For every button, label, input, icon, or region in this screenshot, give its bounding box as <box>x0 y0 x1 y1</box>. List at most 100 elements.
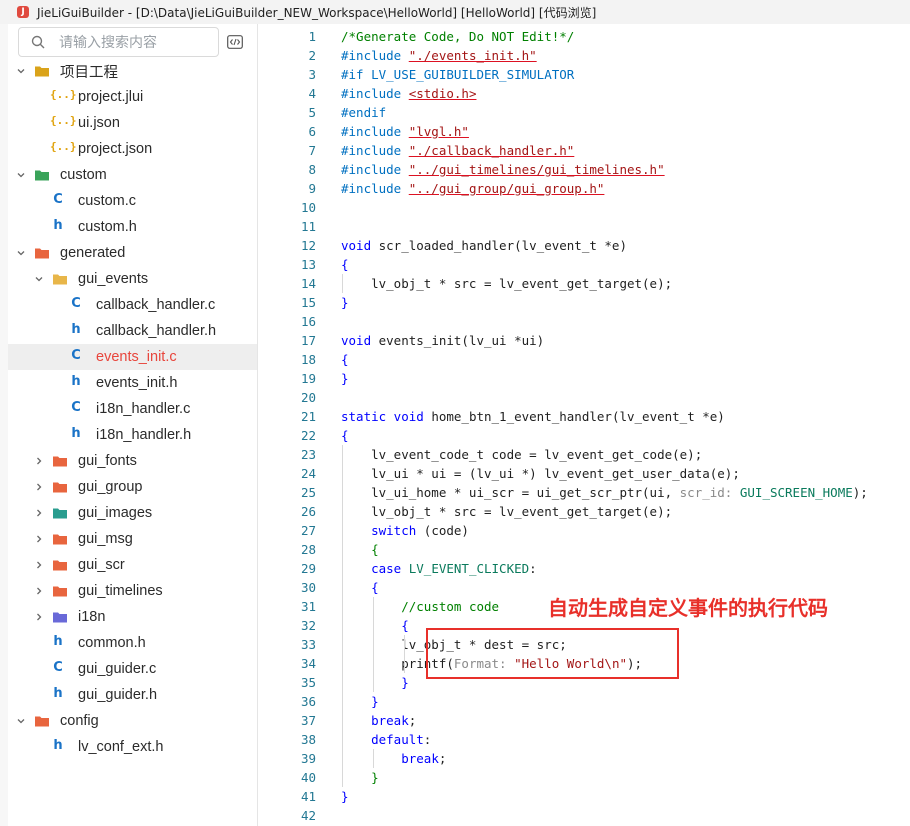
code-line: 11 <box>258 217 910 236</box>
c-header-file-icon: h <box>71 322 81 337</box>
chevron-right-icon[interactable] <box>34 508 44 518</box>
code-line: 23 lv_event_code_t code = lv_event_get_c… <box>258 445 910 464</box>
code-token: "lvgl.h" <box>408 124 469 139</box>
file-node[interactable]: h custom.h <box>8 214 257 240</box>
annotation-text: 自动生成自定义事件的执行代码 <box>548 596 828 620</box>
line-number: 38 <box>300 732 316 747</box>
code-text: { <box>341 255 349 274</box>
file-node[interactable]: h gui_guider.h <box>8 682 257 708</box>
code-view-icon[interactable] <box>227 35 243 49</box>
folder-node[interactable]: gui_timelines <box>8 578 257 604</box>
folder-node[interactable]: custom <box>8 162 257 188</box>
code-line: 26 lv_obj_t * src = lv_event_get_target(… <box>258 502 910 521</box>
line-number: 9 <box>308 181 316 196</box>
file-node[interactable]: h i18n_handler.h <box>8 422 257 448</box>
c-header-file-icon: h <box>53 634 63 649</box>
chevron-right-icon[interactable] <box>34 560 44 570</box>
file-node[interactable]: Ci18n_handler.c <box>8 396 257 422</box>
file-node[interactable]: h common.h <box>8 630 257 656</box>
file-explorer-sidebar: 项目工程 {..}project.jlui{..}ui.json{..}proje… <box>8 24 258 826</box>
code-token: "../gui_timelines/gui_timelines.h" <box>408 162 665 177</box>
chevron-down-icon[interactable] <box>16 66 26 76</box>
line-number: 18 <box>300 352 316 367</box>
code-text: #include "./callback_handler.h" <box>341 141 574 160</box>
line-number: 14 <box>300 276 316 291</box>
chevron-right-icon[interactable] <box>34 534 44 544</box>
code-token: } <box>341 295 349 310</box>
code-token: } <box>401 675 409 690</box>
folder-node[interactable]: gui_fonts <box>8 448 257 474</box>
code-token: { <box>371 580 379 595</box>
c-header-file-icon: h <box>53 738 63 753</box>
chevron-right-icon[interactable] <box>34 586 44 596</box>
code-line: 38 default: <box>258 730 910 749</box>
folder-node[interactable]: gui_scr <box>8 552 257 578</box>
code-editor[interactable]: 1 /*Generate Code, Do NOT Edit!*/ 2 #includ… <box>258 24 910 826</box>
line-number: 22 <box>300 428 316 443</box>
code-text: break; <box>341 749 446 768</box>
code-text: #if LV_USE_GUIBUILDER_SIMULATOR <box>341 65 574 84</box>
line-number: 37 <box>300 713 316 728</box>
file-node[interactable]: h callback_handler.h <box>8 318 257 344</box>
chevron-right-icon[interactable] <box>34 482 44 492</box>
file-node[interactable]: h lv_conf_ext.h <box>8 734 257 760</box>
code-line: 10 <box>258 198 910 217</box>
chevron-down-icon[interactable] <box>16 248 26 258</box>
folder-node[interactable]: i18n <box>8 604 257 630</box>
folder-node[interactable]: gui_events <box>8 266 257 292</box>
line-number: 12 <box>300 238 316 253</box>
code-text: lv_obj_t * src = lv_event_get_target(e); <box>341 502 672 521</box>
tree-item-label: callback_handler.h <box>96 323 217 339</box>
line-number: 19 <box>300 371 316 386</box>
code-token: { <box>401 618 409 633</box>
chevron-down-icon[interactable] <box>16 170 26 180</box>
c-source-file-icon: C <box>53 192 63 207</box>
folder-icon <box>53 612 67 623</box>
code-line: 4 #include <stdio.h> <box>258 84 910 103</box>
code-token: /*Generate Code, Do NOT Edit!*/ <box>341 29 575 44</box>
file-node[interactable]: {..} project.jlui <box>8 84 257 110</box>
c-header-file-icon: h <box>53 686 63 701</box>
file-node[interactable]: Ccustom.c <box>8 188 257 214</box>
folder-node[interactable]: gui_group <box>8 474 257 500</box>
file-node[interactable]: {..} project.json <box>8 136 257 162</box>
line-number: 33 <box>300 637 316 652</box>
chevron-down-icon[interactable] <box>16 716 26 726</box>
chevron-right-icon[interactable] <box>34 612 44 622</box>
line-number: 10 <box>300 200 316 215</box>
code-line: 12 void scr_loaded_handler(lv_event_t *e) <box>258 236 910 255</box>
tree-item-label: 项目工程 <box>60 64 118 81</box>
tree-item-label: project.json <box>78 141 153 157</box>
chevron-down-icon[interactable] <box>34 274 44 284</box>
code-token: { <box>341 257 349 272</box>
folder-node[interactable]: generated <box>8 240 257 266</box>
code-token: lv_obj_t * src = lv_event_get_target(e); <box>341 504 673 519</box>
code-line: 42 <box>258 806 910 825</box>
code-text: switch (code) <box>341 521 469 540</box>
search-input[interactable] <box>57 33 211 51</box>
file-node[interactable]: Cgui_guider.c <box>8 656 257 682</box>
file-node[interactable]: h events_init.h <box>8 370 257 396</box>
chevron-right-icon[interactable] <box>34 456 44 466</box>
code-text: static void home_btn_1_event_handler(lv_… <box>341 407 725 426</box>
folder-node[interactable]: gui_images <box>8 500 257 526</box>
line-number: 1 <box>308 29 316 44</box>
code-line: 37 break; <box>258 711 910 730</box>
file-node[interactable]: Cevents_init.c <box>8 344 257 370</box>
c-header-file-icon: h <box>71 374 81 389</box>
file-node[interactable]: Ccallback_handler.c <box>8 292 257 318</box>
code-token: #include <box>341 48 409 63</box>
folder-node[interactable]: gui_msg <box>8 526 257 552</box>
file-node[interactable]: {..} ui.json <box>8 110 257 136</box>
code-text: { <box>341 578 379 597</box>
code-line: 36 } <box>258 692 910 711</box>
code-token: lv_ui_home * ui_scr = ui_get_scr_ptr(ui, <box>341 485 680 500</box>
code-text: void scr_loaded_handler(lv_event_t *e) <box>341 236 627 255</box>
folder-node[interactable]: 项目工程 <box>8 58 257 84</box>
code-line: 25 lv_ui_home * ui_scr = ui_get_scr_ptr(… <box>258 483 910 502</box>
tree-item-label: gui_events <box>78 271 149 287</box>
folder-icon <box>53 456 67 467</box>
folder-node[interactable]: config <box>8 708 257 734</box>
